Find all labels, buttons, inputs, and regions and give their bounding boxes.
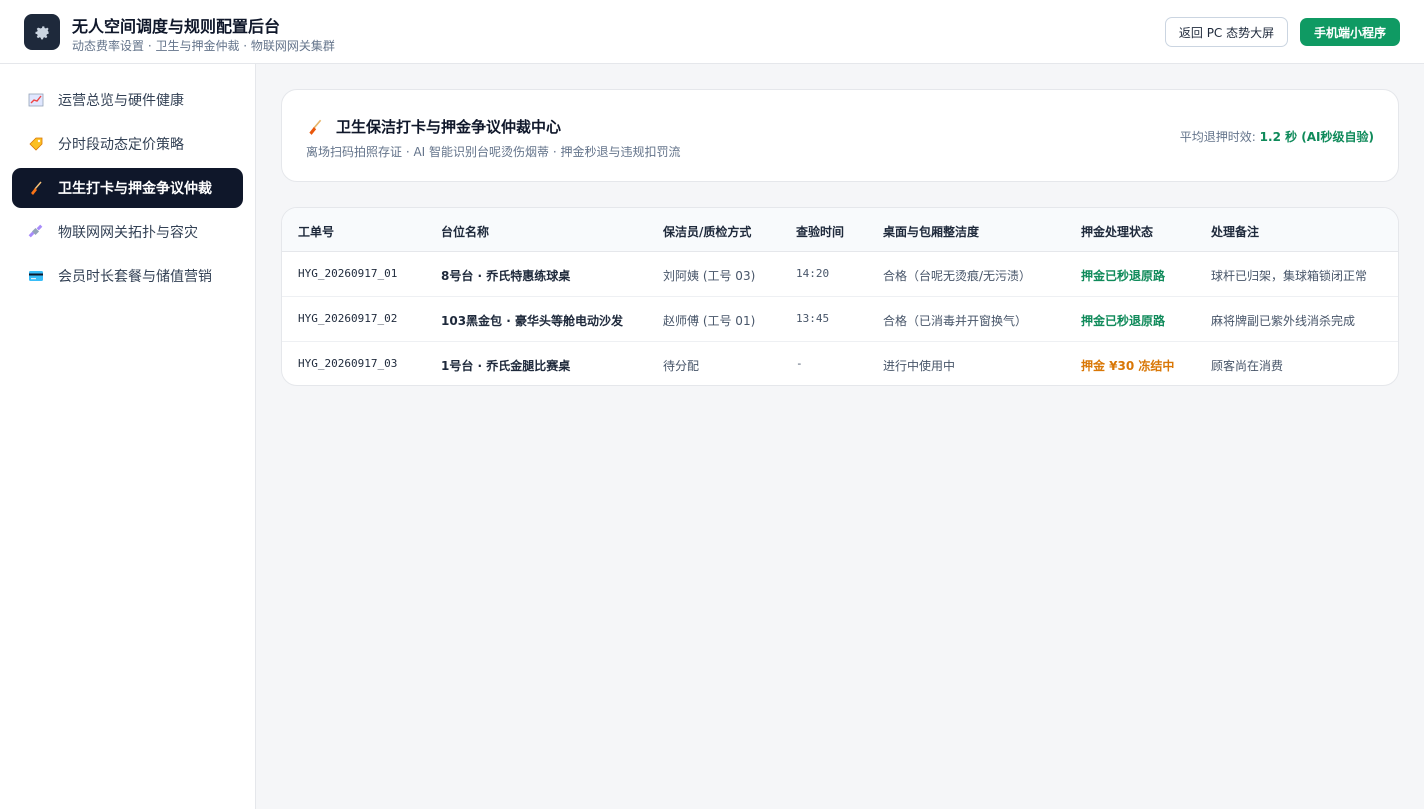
satellite-icon [28, 224, 44, 240]
stat-value: 1.2 秒 (AI秒级自验) [1259, 130, 1374, 144]
hygiene-arbitration-summary-card: 卫生保洁打卡与押金争议仲裁中心 离场扫码拍照存证 · AI 智能识别台呢烫伤烟蒂… [281, 89, 1399, 182]
column-header: 处理备注 [1211, 225, 1260, 239]
sidebar-item-iot-gateway[interactable]: 物联网网关拓扑与容灾 [12, 212, 243, 252]
cleanliness: 合格（台呢无烫痕/无污渍） [883, 269, 1032, 283]
column-header: 工单号 [298, 225, 335, 239]
sidebar-item-operations-overview[interactable]: 运营总览与硬件健康 [12, 80, 243, 120]
avg-refund-time-stat: 平均退押时效: 1.2 秒 (AI秒级自验) [1180, 128, 1374, 145]
cleanliness: 合格（已消毒并开窗换气） [883, 314, 1028, 328]
column-header: 押金处理状态 [1081, 225, 1154, 239]
deposit-status: 押金已秒退原路 [1081, 269, 1166, 283]
page-title-text: 卫生保洁打卡与押金争议仲裁中心 [336, 118, 562, 136]
note: 顾客尚在消费 [1211, 359, 1284, 373]
cleaner: 赵师傅 (工号 01) [663, 314, 756, 328]
price-tag-icon [28, 136, 44, 152]
broom-icon [28, 180, 44, 196]
deposit-status: 押金 ¥30 冻结中 [1081, 359, 1175, 373]
sidebar-item-label: 物联网网关拓扑与容灾 [58, 225, 198, 241]
sidebar-item-dynamic-pricing[interactable]: 分时段动态定价策略 [12, 124, 243, 164]
table-name: 8号台 · 乔氏特惠练球桌 [441, 269, 571, 283]
stat-label: 平均退押时效: [1179, 130, 1260, 144]
sidebar-item-label: 分时段动态定价策略 [58, 137, 184, 153]
app-title: 无人空间调度与规则配置后台 [72, 17, 281, 36]
table-row[interactable]: HYG_20260917_01 8号台 · 乔氏特惠练球桌 刘阿姨 (工号 03… [282, 252, 1398, 297]
cleanliness: 进行中使用中 [883, 359, 956, 373]
note: 球杆已归架，集球箱锁闭正常 [1211, 269, 1368, 283]
sidebar-item-label: 运营总览与硬件健康 [58, 93, 184, 109]
cleaner: 刘阿姨 (工号 03) [663, 269, 756, 283]
table-name: 103黑金包 · 豪华头等舱电动沙发 [441, 314, 623, 328]
inspect-time: 14:20 [796, 267, 830, 280]
gear-icon [24, 14, 60, 50]
inspect-time: - [796, 357, 803, 370]
note: 麻将牌副已紫外线消杀完成 [1211, 314, 1356, 328]
credit-card-icon [28, 268, 44, 284]
page-subtitle: 离场扫码拍照存证 · AI 智能识别台呢烫伤烟蒂 · 押金秒退与违规扣罚流 [306, 145, 681, 159]
sidebar-item-label: 会员时长套餐与储值营销 [58, 269, 212, 285]
table-row[interactable]: HYG_20260917_03 1号台 · 乔氏金腿比赛桌 待分配 - 进行中使… [282, 342, 1398, 385]
sidebar-item-label: 卫生打卡与押金争议仲裁 [58, 181, 212, 197]
broom-icon [306, 118, 324, 136]
column-header: 桌面与包厢整洁度 [883, 225, 980, 239]
column-header: 保洁员/质检方式 [663, 225, 752, 239]
work-order-id: HYG_20260917_02 [298, 312, 398, 325]
sidebar: 运营总览与硬件健康 分时段动态定价策略 卫生打卡与押金争议仲裁 物联网网关拓扑与… [0, 64, 256, 809]
work-order-id: HYG_20260917_03 [298, 357, 398, 370]
top-header: 无人空间调度与规则配置后台 动态费率设置 · 卫生与押金仲裁 · 物联网网关集群… [0, 0, 1424, 64]
table-header: 工单号 台位名称 保洁员/质检方式 查验时间 桌面与包厢整洁度 押金处理状态 处… [282, 208, 1398, 252]
app-subtitle: 动态费率设置 · 卫生与押金仲裁 · 物联网网关集群 [72, 39, 335, 53]
cleaner: 待分配 [663, 359, 700, 373]
table-name: 1号台 · 乔氏金腿比赛桌 [441, 359, 571, 373]
inspect-time: 13:45 [796, 312, 830, 325]
column-header: 台位名称 [441, 225, 490, 239]
page-title: 卫生保洁打卡与押金争议仲裁中心 [306, 116, 561, 137]
sidebar-item-hygiene-arbitration[interactable]: 卫生打卡与押金争议仲裁 [12, 168, 243, 208]
column-header: 查验时间 [796, 225, 845, 239]
table-row[interactable]: HYG_20260917_02 103黑金包 · 豪华头等舱电动沙发 赵师傅 (… [282, 297, 1398, 342]
sidebar-item-membership-marketing[interactable]: 会员时长套餐与储值营销 [12, 256, 243, 296]
deposit-status: 押金已秒退原路 [1081, 314, 1166, 328]
chart-line-icon [28, 92, 44, 108]
hygiene-work-order-table: 工单号 台位名称 保洁员/质检方式 查验时间 桌面与包厢整洁度 押金处理状态 处… [281, 207, 1399, 386]
mini-program-button[interactable]: 手机端小程序 [1300, 18, 1400, 46]
back-to-pc-dashboard-button[interactable]: 返回 PC 态势大屏 [1165, 17, 1288, 47]
work-order-id: HYG_20260917_01 [298, 267, 398, 280]
